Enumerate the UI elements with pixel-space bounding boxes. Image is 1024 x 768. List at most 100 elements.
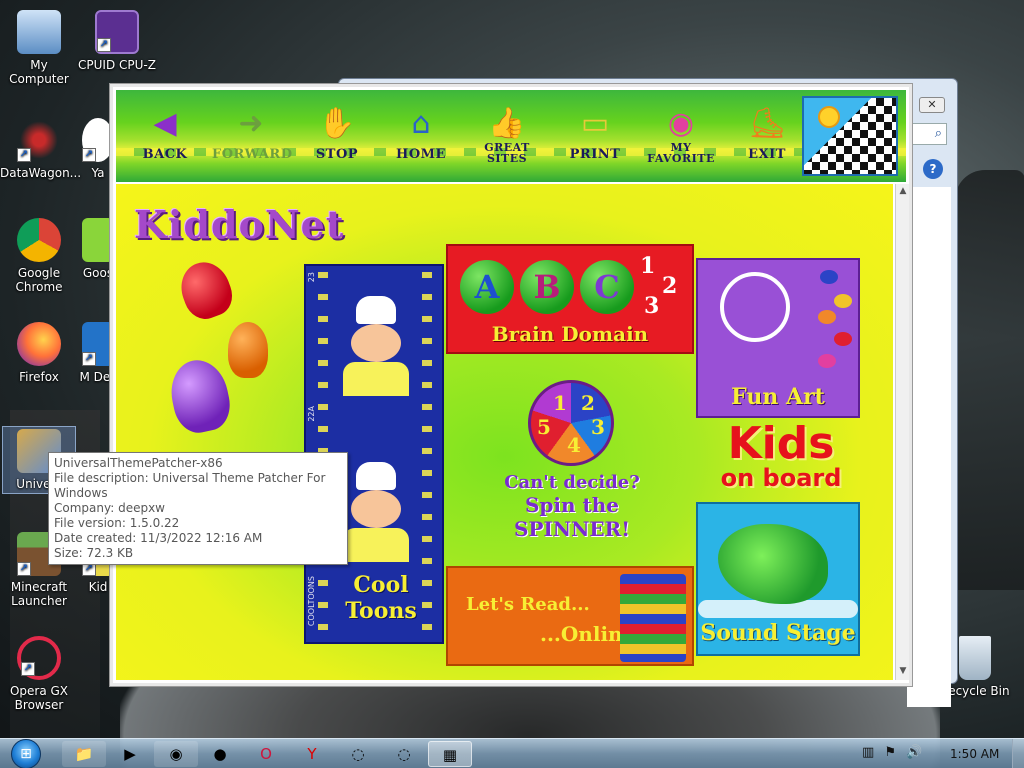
stop-label: STOP [315, 147, 359, 162]
skateboard-icon: ⛸ [747, 106, 787, 141]
kiddonet-toolbar: ◀ BACK ➜ FORWARD ✋ STOP ⌂ HOME 👍 GREAT S… [116, 90, 906, 182]
yandex-icon[interactable]: Y [290, 741, 334, 767]
lollipop-icon: ◉ [667, 106, 695, 141]
sound-stage-tile[interactable]: Sound Stage [696, 502, 860, 656]
thumbs-up-icon: 👍 [488, 106, 526, 141]
house-icon: ⌂ [411, 106, 431, 141]
kiddonet-icon[interactable]: ▦ [428, 741, 472, 767]
volume-icon[interactable]: 🔊 [906, 745, 922, 760]
stop-button[interactable]: ✋ STOP [298, 106, 376, 161]
back-button[interactable]: ◀ BACK [126, 106, 204, 161]
kiddonet-title: KiddoNet [134, 202, 345, 247]
desktop-icon-chrome[interactable]: Google Chrome [0, 218, 78, 294]
launcher-icon[interactable]: ◌ [382, 741, 426, 767]
sun-icon [818, 106, 840, 128]
cool-toons-label: Cool Toons [326, 572, 436, 624]
tooltip-created: Date created: 11/3/2022 12:16 AM [54, 531, 263, 545]
back-arrow-icon: ◀ [153, 106, 177, 141]
fun-art-tile[interactable]: Fun Art [696, 258, 860, 418]
search-box[interactable]: ⌕ [907, 123, 947, 145]
network-icon[interactable]: ▥ [862, 745, 874, 760]
kiddonet-logo-icon [802, 96, 898, 176]
great-sites-label-2: SITES [486, 152, 528, 165]
clock[interactable]: 1:50 AM [950, 747, 999, 761]
close-button[interactable]: ✕ [919, 97, 945, 113]
film-frame-number: 23 [307, 272, 316, 283]
fun-art-label: Fun Art [731, 384, 825, 410]
taskbar: ⊞ 📁 ▶ ◉ ● O Y ◌ ◌ ▦ ▥ ⚑ 🔊 1:50 AM [0, 738, 1024, 768]
desktop-icon-label: CPUID CPU-Z [78, 58, 156, 72]
great-sites-button[interactable]: 👍 GREAT SITES [468, 106, 546, 164]
start-button[interactable]: ⊞ [6, 739, 46, 768]
sound-stage-label: Sound Stage [700, 620, 856, 646]
chrome-icon[interactable]: ◉ [154, 741, 198, 767]
search-icon[interactable]: ⌕ [935, 126, 942, 141]
scroll-up-icon[interactable]: ▲ [897, 186, 909, 198]
chef-cartoon [340, 462, 412, 562]
book-stack-icon [620, 574, 686, 662]
desktop-icon-label: Opera GX Browser [9, 684, 69, 712]
spinner-number: 5 [537, 415, 551, 439]
desktop-icon-label: DataWagon... [0, 166, 82, 180]
desktop-icon-datawagon[interactable]: ↗ DataWagon... [0, 118, 82, 180]
spinner-caption-1: Can't decide? [504, 472, 640, 493]
datawagon-icon: ↗ [17, 118, 61, 162]
firefox-icon[interactable]: ● [198, 741, 242, 767]
kiddonet-home-stage: KiddoNet 23 22A 22 COOLTOONS Cool Toons … [116, 184, 893, 680]
opera-icon[interactable]: O [244, 741, 288, 767]
scroll-down-icon[interactable]: ▼ [897, 666, 909, 678]
firefox-icon [17, 322, 61, 366]
media-player-icon[interactable]: ▶ [108, 741, 152, 767]
windows-logo-icon: ⊞ [11, 739, 41, 768]
show-desktop-button[interactable] [1012, 739, 1024, 768]
number-2: 2 [662, 273, 678, 299]
spinner-number: 3 [591, 415, 605, 439]
film-brand: COOLTOONS [307, 576, 316, 627]
lets-read-label: Let's Read... [466, 594, 590, 615]
desktop-icon-opera-gx[interactable]: ↗ Opera GX Browser [0, 636, 78, 712]
forward-arrow-icon: ➜ [238, 106, 264, 141]
brain-domain-label: Brain Domain [491, 322, 649, 346]
tooltip-description: File description: Universal Theme Patche… [54, 471, 326, 500]
game-pawn-purple[interactable] [165, 354, 235, 438]
flower-drawing [720, 272, 790, 342]
tooltip-size: Size: 72.3 KB [54, 546, 134, 560]
desktop-icon-label: Kid [88, 580, 108, 594]
game-pawn-red[interactable] [173, 255, 239, 325]
forward-button[interactable]: ➜ FORWARD [212, 106, 292, 161]
letter-ball-a: A [460, 260, 514, 314]
exit-button[interactable]: ⛸ EXIT [728, 106, 806, 161]
kids-on-board-link[interactable]: Kids on board [706, 422, 856, 492]
kids-on-board-subtitle: on board [720, 464, 842, 492]
tooltip-title: UniversalThemePatcher-x86 [54, 456, 223, 470]
film-frame-number: 22A [307, 406, 316, 422]
home-label: HOME [396, 147, 446, 162]
vertical-scrollbar[interactable]: ▲ ▼ [895, 184, 909, 680]
launcher-icon[interactable]: ◌ [336, 741, 380, 767]
spinner-number: 4 [567, 433, 581, 457]
flag-icon[interactable]: ⚑ [884, 745, 896, 760]
paper-icon: ▭ [580, 106, 610, 141]
chrome-icon [17, 218, 61, 262]
spinner-wheel[interactable]: 1 2 3 4 5 [528, 380, 614, 466]
tooltip-company: Company: deepxw [54, 501, 165, 515]
print-button[interactable]: ▭ PRINT [556, 106, 634, 161]
desktop-icon-label: Google Chrome [15, 266, 63, 294]
my-favorite-button[interactable]: ◉ MY FAVORITE [642, 106, 720, 164]
singing-frog-icon [718, 524, 828, 604]
favorite-label-2: FAVORITE [647, 152, 715, 165]
spinner-caption[interactable]: Can't decide? Spin the SPINNER! [492, 472, 652, 541]
recycle-bin-icon [959, 636, 991, 680]
desktop-icon-my-computer[interactable]: My Computer [0, 10, 78, 86]
brain-domain-tile[interactable]: A B C 1 2 3 Brain Domain [446, 244, 694, 354]
desktop-icon-cpu-z[interactable]: ↗ CPUID CPU-Z [78, 10, 156, 72]
desktop-icon-firefox[interactable]: Firefox [0, 322, 78, 384]
letter-ball-c: C [580, 260, 634, 314]
letter-ball-b: B [520, 260, 574, 314]
lets-read-online-tile[interactable]: Let's Read... ...Online! [446, 566, 694, 666]
cpu-z-icon: ↗ [95, 10, 139, 54]
explorer-icon[interactable]: 📁 [62, 741, 106, 767]
home-button[interactable]: ⌂ HOME [382, 106, 460, 161]
game-pawn-orange[interactable] [228, 322, 268, 378]
help-icon[interactable]: ? [923, 159, 943, 179]
